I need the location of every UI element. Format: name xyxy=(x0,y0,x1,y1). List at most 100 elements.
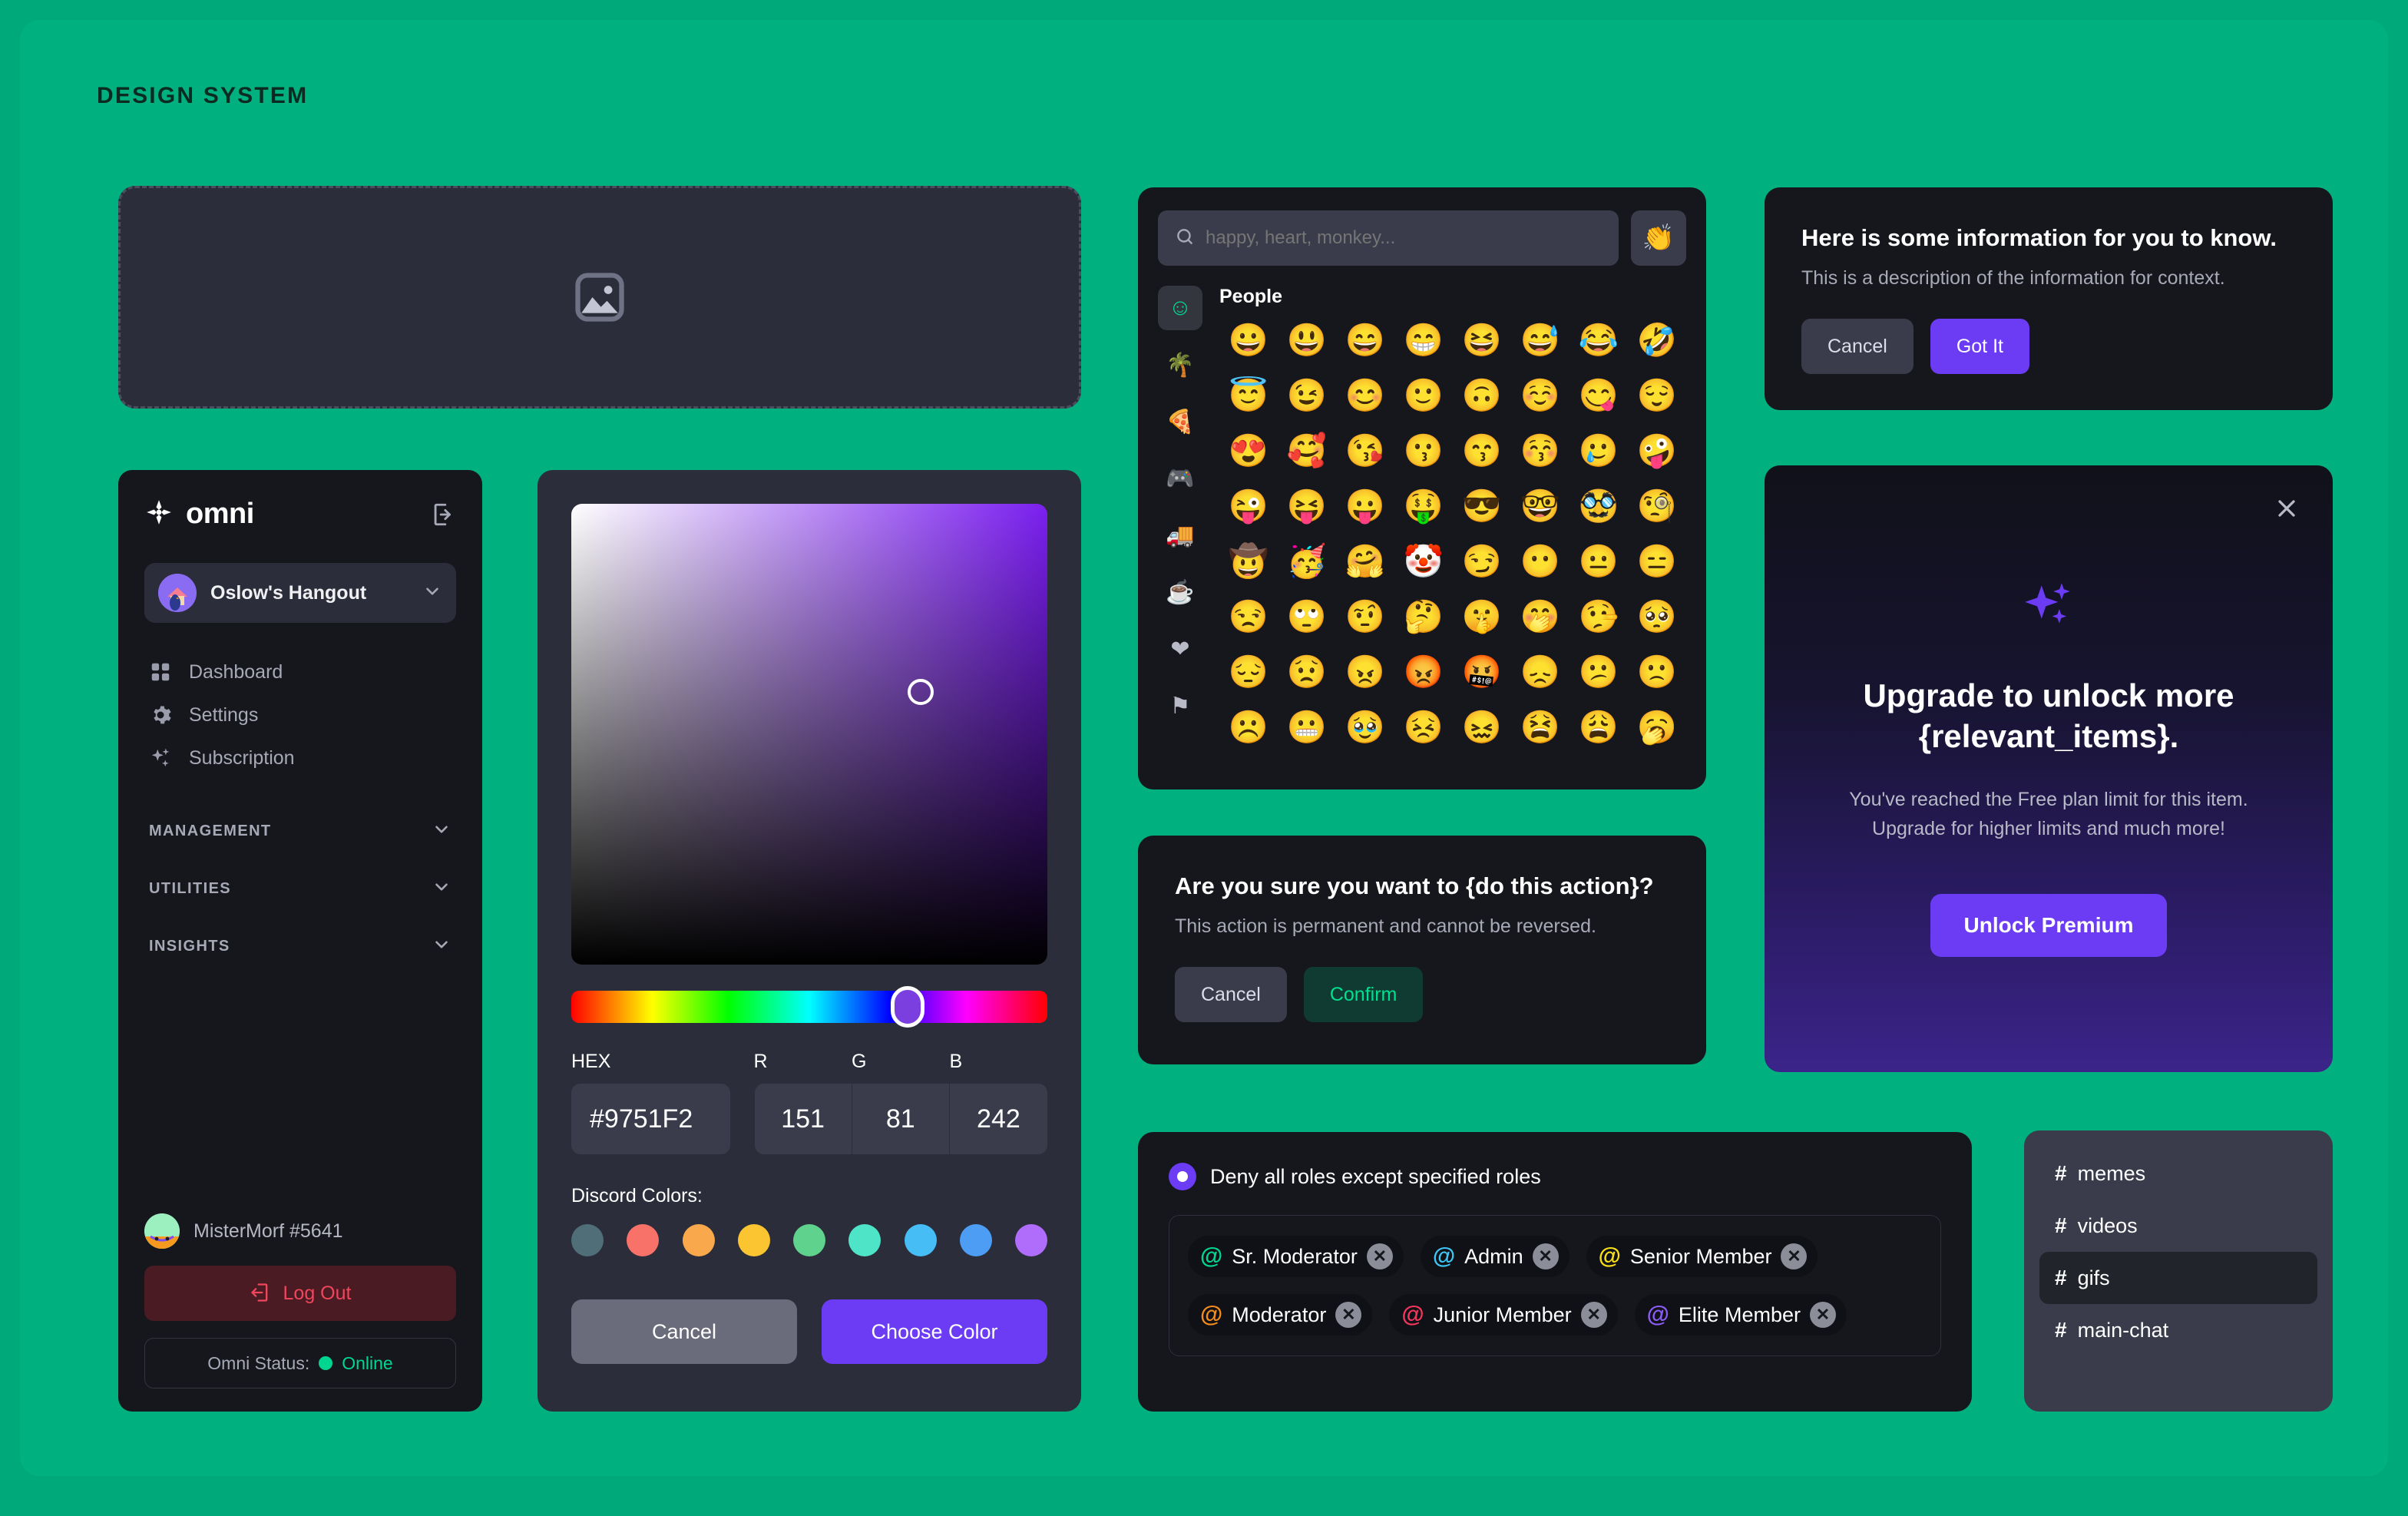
emoji-cell[interactable]: 🤥 xyxy=(1570,592,1628,641)
emoji-cell[interactable]: 😞 xyxy=(1511,647,1570,697)
channel-item-memes[interactable]: # memes xyxy=(2039,1147,2317,1200)
emoji-cell[interactable]: 😠 xyxy=(1336,647,1394,697)
color-swatch-5[interactable] xyxy=(848,1224,882,1256)
emoji-cell[interactable]: 🥲 xyxy=(1570,426,1628,475)
food-category-icon[interactable]: 🍕 xyxy=(1158,399,1202,444)
smileys-category-icon[interactable]: ☺ xyxy=(1158,286,1202,330)
role-tag[interactable]: @ Senior Member ✕ xyxy=(1586,1236,1818,1277)
emoji-cell[interactable]: 🤠 xyxy=(1219,537,1278,586)
close-circle-icon[interactable]: ✕ xyxy=(1809,1302,1836,1328)
emoji-cell[interactable]: 🤗 xyxy=(1336,537,1394,586)
channel-item-videos[interactable]: # videos xyxy=(2039,1200,2317,1252)
emoji-cell[interactable]: 😁 xyxy=(1394,316,1453,365)
emoji-cell[interactable]: 😑 xyxy=(1628,537,1686,586)
emoji-cell[interactable]: 😣 xyxy=(1394,703,1453,752)
emoji-cell[interactable]: ☺️ xyxy=(1511,371,1570,420)
emoji-cell[interactable]: 😘 xyxy=(1336,426,1394,475)
emoji-cell[interactable]: 🧐 xyxy=(1628,482,1686,531)
emoji-cell[interactable]: 😎 xyxy=(1453,482,1511,531)
emoji-cell[interactable]: 😟 xyxy=(1278,647,1336,697)
emoji-cell[interactable]: 😌 xyxy=(1628,371,1686,420)
cancel-button[interactable]: Cancel xyxy=(1801,319,1914,374)
image-upload-dropzone[interactable] xyxy=(118,186,1081,409)
symbols-category-icon[interactable]: ❤ xyxy=(1158,627,1202,671)
emoji-cell[interactable]: 😊 xyxy=(1336,371,1394,420)
cancel-button[interactable]: Cancel xyxy=(571,1299,797,1364)
emoji-cell[interactable]: 😛 xyxy=(1336,482,1394,531)
emoji-cell[interactable]: 😚 xyxy=(1511,426,1570,475)
emoji-cell[interactable]: 😡 xyxy=(1394,647,1453,697)
hue-slider-handle[interactable] xyxy=(891,986,925,1028)
role-tag[interactable]: @ Moderator ✕ xyxy=(1188,1294,1373,1336)
emoji-cell[interactable]: 😖 xyxy=(1453,703,1511,752)
cancel-button[interactable]: Cancel xyxy=(1175,967,1287,1022)
close-circle-icon[interactable]: ✕ xyxy=(1335,1302,1362,1328)
emoji-cell[interactable]: 🤓 xyxy=(1511,482,1570,531)
radio-button[interactable] xyxy=(1169,1163,1196,1190)
emoji-search-box[interactable] xyxy=(1158,210,1619,266)
emoji-cell[interactable]: 🙂 xyxy=(1394,371,1453,420)
emoji-cell[interactable]: 🥺 xyxy=(1628,592,1686,641)
emoji-cell[interactable]: 🥰 xyxy=(1278,426,1336,475)
g-input[interactable]: 81 xyxy=(852,1084,950,1154)
sidebar-item-subscription[interactable]: Subscription xyxy=(144,736,456,780)
emoji-cell[interactable]: 🙃 xyxy=(1453,371,1511,420)
role-tag[interactable]: @ Elite Member ✕ xyxy=(1634,1294,1847,1336)
logout-arrow-icon[interactable] xyxy=(430,501,456,528)
emoji-cell[interactable]: 😉 xyxy=(1278,371,1336,420)
close-circle-icon[interactable]: ✕ xyxy=(1532,1243,1559,1269)
confirm-button[interactable]: Confirm xyxy=(1303,967,1424,1022)
close-circle-icon[interactable]: ✕ xyxy=(1781,1243,1808,1269)
emoji-cell[interactable]: 😐 xyxy=(1570,537,1628,586)
activities-category-icon[interactable]: 🎮 xyxy=(1158,456,1202,501)
color-swatch-0[interactable] xyxy=(571,1224,604,1256)
emoji-cell[interactable]: 🥸 xyxy=(1570,482,1628,531)
role-tag[interactable]: @ Admin ✕ xyxy=(1420,1236,1570,1277)
hex-input[interactable]: #9751F2 xyxy=(571,1084,730,1154)
close-circle-icon[interactable]: ✕ xyxy=(1580,1302,1607,1328)
choose-color-button[interactable]: Choose Color xyxy=(822,1299,1047,1364)
channel-item-gifs[interactable]: # gifs xyxy=(2039,1252,2317,1304)
saturation-value-area[interactable] xyxy=(571,504,1047,965)
color-swatch-1[interactable] xyxy=(627,1224,660,1256)
emoji-cell[interactable]: 😏 xyxy=(1453,537,1511,586)
channel-item-main-chat[interactable]: # main-chat xyxy=(2039,1304,2317,1356)
color-swatch-6[interactable] xyxy=(904,1224,937,1256)
emoji-cell[interactable]: 😜 xyxy=(1219,482,1278,531)
emoji-cell[interactable]: 😶 xyxy=(1511,537,1570,586)
emoji-cell[interactable]: 😇 xyxy=(1219,371,1278,420)
emoji-cell[interactable]: 😙 xyxy=(1453,426,1511,475)
emoji-cell[interactable]: ☹️ xyxy=(1219,703,1278,752)
flags-category-icon[interactable]: ⚑ xyxy=(1158,684,1202,728)
color-swatch-8[interactable] xyxy=(1015,1224,1047,1256)
color-swatch-2[interactable] xyxy=(682,1224,715,1256)
sidebar-item-settings[interactable]: Settings xyxy=(144,693,456,736)
emoji-cell[interactable]: 🥳 xyxy=(1278,537,1336,586)
emoji-cell[interactable]: 🙄 xyxy=(1278,592,1336,641)
emoji-cell[interactable]: 😩 xyxy=(1570,703,1628,752)
emoji-cell[interactable]: 🤬 xyxy=(1453,647,1511,697)
emoji-cell[interactable]: 🤨 xyxy=(1336,592,1394,641)
unlock-premium-button[interactable]: Unlock Premium xyxy=(1930,894,2168,957)
emoji-cell[interactable]: 😒 xyxy=(1219,592,1278,641)
objects-category-icon[interactable]: ☕ xyxy=(1158,570,1202,614)
emoji-cell[interactable]: 🤪 xyxy=(1628,426,1686,475)
server-selector[interactable]: Oslow's Hangout xyxy=(144,563,456,623)
emoji-cell[interactable]: 😀 xyxy=(1219,316,1278,365)
emoji-cell[interactable]: 😅 xyxy=(1511,316,1570,365)
emoji-cell[interactable]: 😫 xyxy=(1511,703,1570,752)
close-circle-icon[interactable]: ✕ xyxy=(1366,1243,1393,1269)
emoji-cell[interactable]: 🤣 xyxy=(1628,316,1686,365)
travel-category-icon[interactable]: 🚚 xyxy=(1158,513,1202,558)
role-tag[interactable]: @ Junior Member ✕ xyxy=(1389,1294,1618,1336)
color-swatch-3[interactable] xyxy=(737,1224,770,1256)
current-user[interactable]: MisterMorf #5641 xyxy=(144,1213,456,1249)
emoji-search-input[interactable] xyxy=(1206,227,1602,249)
emoji-cell[interactable]: 🤭 xyxy=(1511,592,1570,641)
quick-emoji-button[interactable]: 👏 xyxy=(1631,210,1686,266)
deny-roles-radio-row[interactable]: Deny all roles except specified roles xyxy=(1169,1163,1941,1190)
emoji-cell[interactable]: 😔 xyxy=(1219,647,1278,697)
emoji-cell[interactable]: 🥹 xyxy=(1336,703,1394,752)
logout-button[interactable]: Log Out xyxy=(144,1266,456,1321)
emoji-cell[interactable]: 😍 xyxy=(1219,426,1278,475)
